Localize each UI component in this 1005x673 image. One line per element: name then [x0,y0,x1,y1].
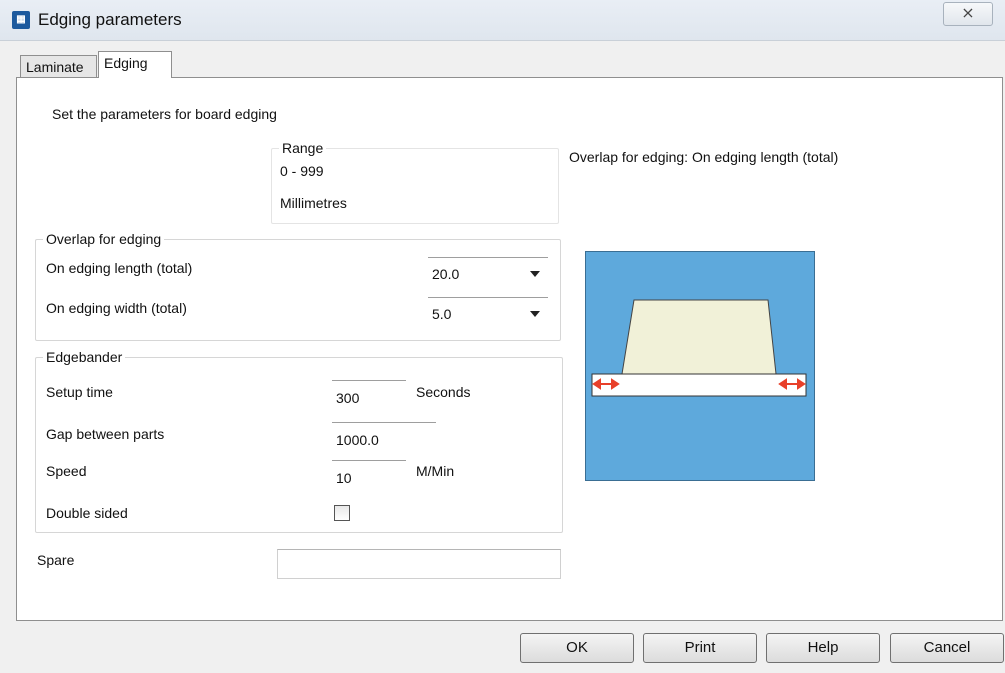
title-bar: ▦ Edging parameters ⨯ [0,0,1005,41]
edging-strip [591,373,807,397]
board-shape [621,299,777,375]
board-edging-diagram [591,299,807,397]
tab-laminate[interactable]: Laminate [20,55,97,77]
double-sided-label: Double sided [46,505,128,521]
edging-preview-image [585,251,815,481]
range-legend: Range [279,140,327,156]
edgebander-group: Edgebander Setup time 300 Seconds Gap be… [35,349,563,533]
edging-width-label: On edging width (total) [46,300,187,316]
speed-value: 10 [336,470,352,486]
setup-time-value: 300 [336,390,360,406]
setup-time-label: Setup time [46,384,113,400]
speed-unit: M/Min [416,463,455,479]
edgebander-legend: Edgebander [43,349,126,365]
preview-caption: Overlap for edging: On edging length (to… [569,149,839,165]
edging-width-select[interactable]: 5.0 [428,297,548,328]
overlap-legend: Overlap for edging [43,231,165,247]
setup-time-unit: Seconds [416,384,471,400]
app-icon: ▦ [12,11,30,29]
chevron-down-icon [530,271,540,277]
window-title: Edging parameters [38,10,182,29]
spare-input[interactable] [277,549,561,579]
range-group: Range 0 - 999 Millimetres [271,140,559,224]
edging-length-select[interactable]: 20.0 [428,257,548,288]
print-button[interactable]: Print [643,633,757,663]
tab-panel: Set the parameters for board edging Rang… [16,77,1003,621]
speed-label: Speed [46,463,87,479]
close-button[interactable]: ⨯ [943,2,993,26]
edging-length-value: 20.0 [432,266,460,282]
tab-edging[interactable]: Edging [98,51,172,78]
range-unit: Millimetres [280,195,347,211]
chevron-down-icon [530,311,540,317]
setup-time-input[interactable]: 300 [332,380,406,411]
intro-text: Set the parameters for board edging [52,106,277,122]
dialog-window: ▦ Edging parameters ⨯ Laminate Edging Se… [0,0,1005,673]
double-sided-checkbox[interactable] [334,505,350,521]
edging-length-label: On edging length (total) [46,260,193,276]
edging-width-value: 5.0 [432,306,452,322]
gap-input[interactable]: 1000.0 [332,422,436,453]
gap-value: 1000.0 [336,432,379,448]
spare-label: Spare [37,552,75,568]
help-button[interactable]: Help [766,633,880,663]
cancel-button[interactable]: Cancel [890,633,1004,663]
overlap-group: Overlap for edging On edging length (tot… [35,231,561,341]
speed-input[interactable]: 10 [332,460,406,491]
gap-label: Gap between parts [46,426,165,442]
ok-button[interactable]: OK [520,633,634,663]
range-value: 0 - 999 [280,163,324,179]
